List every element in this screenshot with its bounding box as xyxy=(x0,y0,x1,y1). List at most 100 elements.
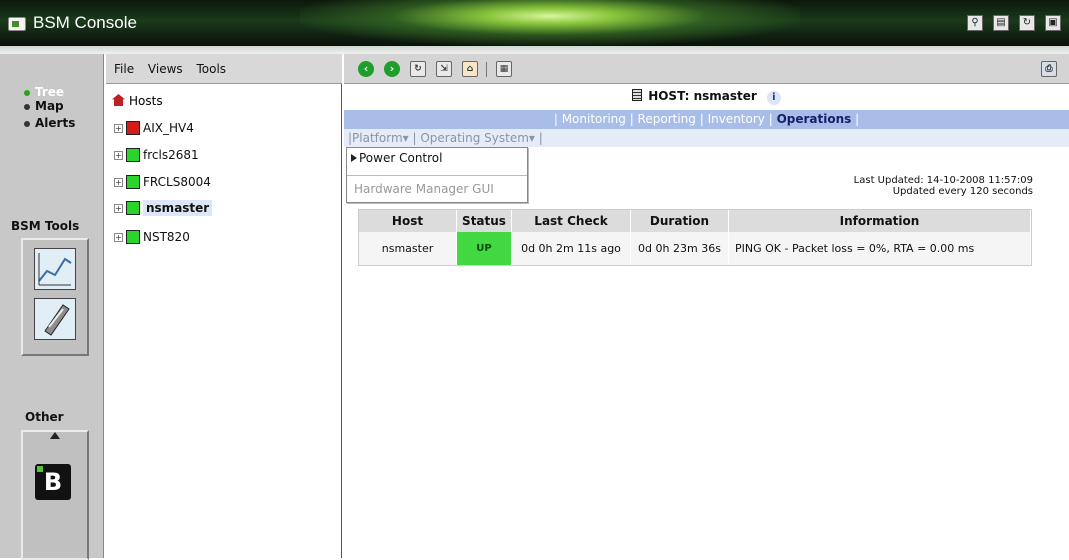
expand-icon[interactable]: + xyxy=(114,178,123,187)
tree-node-aix-hv4[interactable]: + AIX_HV4 xyxy=(114,121,194,139)
title-glow xyxy=(300,0,800,46)
titlebar-separator xyxy=(0,46,1069,54)
tree-node-label: NST820 xyxy=(143,230,190,244)
tree-node-frcls8004[interactable]: + FRCLS8004 xyxy=(114,175,211,193)
tree-node-nst820[interactable]: + NST820 xyxy=(114,230,190,248)
tree-node-label: frcls2681 xyxy=(143,148,199,162)
column-header-host: Host xyxy=(359,210,457,232)
print-icon[interactable]: ⎙ xyxy=(1041,61,1057,77)
submenu-arrow-icon xyxy=(351,154,357,162)
card-tool-icon xyxy=(44,304,70,336)
refresh-icon[interactable]: ↻ xyxy=(1019,15,1035,31)
last-updated-info: Last Updated: 14-10-2008 11:57:09 Update… xyxy=(854,175,1033,197)
left-nav: Tree Map Alerts BSM Tools Other B xyxy=(0,54,104,560)
tab-platform[interactable]: Platform xyxy=(352,131,403,145)
document-icon[interactable]: ▤ xyxy=(993,15,1009,31)
server-icon xyxy=(126,201,140,215)
last-check-cell: 0d 0h 2m 11s ago xyxy=(512,232,631,265)
window-title: BSM Console xyxy=(33,13,137,32)
title-bar: BSM Console ⚲ ▤ ↻ ▣ xyxy=(0,0,1069,46)
refresh-icon[interactable]: ↻ xyxy=(410,61,426,77)
bullet-icon xyxy=(24,89,30,96)
content-panel: ‹ › ↻ ⇲ ⌂ ▦ ⎙ HOST: nsmaster i | Monitori… xyxy=(344,54,1069,558)
expand-icon[interactable]: + xyxy=(114,124,123,133)
main-tabs: | Monitoring | Reporting | Inventory | O… xyxy=(344,110,1069,129)
menu-file[interactable]: File xyxy=(114,62,134,76)
host-cell[interactable]: nsmaster xyxy=(359,232,457,265)
bsm-tools-panel xyxy=(21,238,89,356)
tree-root-hosts[interactable]: Hosts xyxy=(112,94,163,108)
host-title: HOST: nsmaster xyxy=(648,89,757,103)
app-icon xyxy=(8,17,26,31)
host-header: HOST: nsmaster i xyxy=(344,84,1069,110)
chart-icon xyxy=(38,253,72,286)
expand-icon[interactable]: + xyxy=(114,204,123,213)
back-icon[interactable]: ‹ xyxy=(358,61,374,77)
bsm-logo-icon[interactable]: B xyxy=(35,464,71,500)
column-header-last-check: Last Check xyxy=(512,210,631,232)
info-icon[interactable]: i xyxy=(766,91,781,105)
menu-item-label: Hardware Manager GUI xyxy=(354,182,494,196)
other-label: Other xyxy=(25,410,64,424)
nav-item-map[interactable]: Map xyxy=(24,99,64,113)
nav-item-label: Tree xyxy=(35,85,65,99)
home-icon xyxy=(112,94,125,106)
tree-panel: File Views Tools Hosts + AIX_HV4 + frcls26… xyxy=(106,54,342,558)
chart-tool-button[interactable] xyxy=(34,248,76,290)
table-row: nsmaster UP 0d 0h 2m 11s ago 0d 0h 23m 3… xyxy=(359,232,1031,265)
information-cell: PING OK - Packet loss = 0%, RTA = 0.00 m… xyxy=(729,232,1031,265)
hardware-tool-button[interactable] xyxy=(34,298,76,340)
tree-node-label: nsmaster xyxy=(143,200,213,216)
tree-network-icon[interactable]: ⚲ xyxy=(967,15,983,31)
expand-icon[interactable]: + xyxy=(114,151,123,160)
column-header-duration: Duration xyxy=(631,210,729,232)
tree-menubar: File Views Tools xyxy=(106,54,342,84)
server-icon xyxy=(632,89,643,101)
last-updated-text: Last Updated: 14-10-2008 11:57:09 xyxy=(853,175,1033,186)
tab-monitoring[interactable]: Monitoring xyxy=(562,112,626,126)
expand-icon[interactable]: + xyxy=(114,233,123,242)
nav-item-label: Map xyxy=(35,99,64,113)
bullet-icon xyxy=(24,120,30,127)
forward-icon[interactable]: › xyxy=(384,61,400,77)
duration-cell: 0d 0h 23m 36s xyxy=(631,232,729,265)
titlebar-icons: ⚲ ▤ ↻ ▣ xyxy=(967,15,1061,31)
tree-node-nsmaster[interactable]: + nsmaster xyxy=(114,200,213,219)
nav-item-tree[interactable]: Tree xyxy=(24,85,64,99)
tab-inventory[interactable]: Inventory xyxy=(708,112,765,126)
nav-item-label: Alerts xyxy=(35,116,76,130)
menu-item-label: Power Control xyxy=(359,151,443,165)
bsm-tools-label: BSM Tools xyxy=(11,219,80,233)
toolbar-separator xyxy=(486,62,487,77)
sub-tabs: |Platform▾ | Operating System▾ | xyxy=(344,129,1069,147)
server-icon xyxy=(126,121,140,135)
tree-node-frcls2681[interactable]: + frcls2681 xyxy=(114,148,199,166)
server-icon xyxy=(126,148,140,162)
update-interval-text: Updated every 120 seconds xyxy=(892,186,1033,197)
tree-root-label: Hosts xyxy=(129,94,163,108)
table-view-icon[interactable]: ▦ xyxy=(496,61,512,77)
menu-tools[interactable]: Tools xyxy=(196,62,226,76)
tab-reporting[interactable]: Reporting xyxy=(638,112,696,126)
tree-node-label: FRCLS8004 xyxy=(143,175,211,189)
nav-item-alerts[interactable]: Alerts xyxy=(24,116,75,130)
home-icon[interactable]: ⌂ xyxy=(462,61,478,77)
tab-operations[interactable]: Operations xyxy=(777,112,852,126)
menu-item-hardware-manager[interactable]: Hardware Manager GUI xyxy=(347,175,527,202)
menu-views[interactable]: Views xyxy=(148,62,183,76)
platform-dropdown-menu: Power Control Hardware Manager GUI xyxy=(346,147,528,203)
tree-node-label: AIX_HV4 xyxy=(143,121,194,135)
table-header-row: Host Status Last Check Duration Informat… xyxy=(359,210,1031,232)
toolbar: ‹ › ↻ ⇲ ⌂ ▦ ⎙ xyxy=(344,54,1069,84)
server-icon xyxy=(126,175,140,189)
server-icon xyxy=(126,230,140,244)
export-icon[interactable]: ⇲ xyxy=(436,61,452,77)
bullet-icon xyxy=(24,103,30,110)
status-badge: UP xyxy=(457,232,512,265)
host-status-table: Host Status Last Check Duration Informat… xyxy=(358,209,1032,266)
save-icon[interactable]: ▣ xyxy=(1045,15,1061,31)
menu-item-power-control[interactable]: Power Control xyxy=(351,151,442,165)
collapse-arrow-icon[interactable] xyxy=(50,432,60,439)
column-header-status: Status xyxy=(457,210,512,232)
tab-operating-system[interactable]: Operating System xyxy=(420,131,529,145)
